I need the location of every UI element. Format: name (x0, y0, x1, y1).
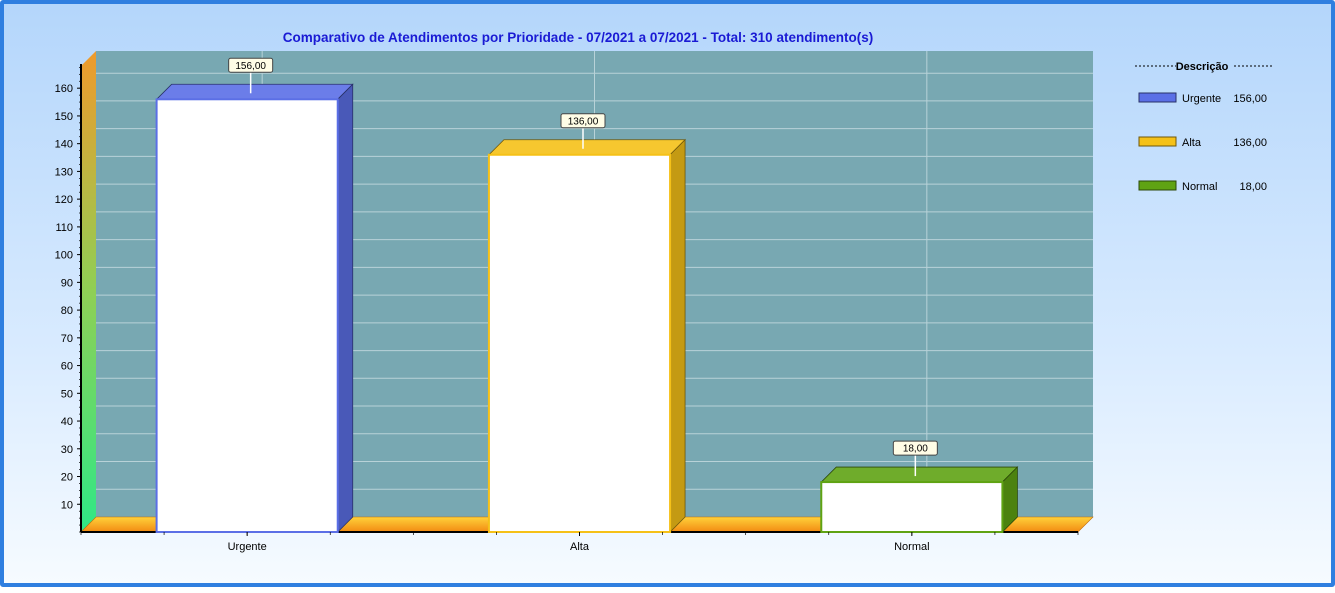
y-tick-label: 60 (61, 361, 73, 373)
plot-area: 10 20 30 40 50 60 70 80 90 100 110 120 130 140 150 160 U… (55, 51, 1094, 553)
x-tick-label: Alta (570, 541, 590, 553)
bar-side-face (669, 138, 686, 533)
y-tick-label: 120 (55, 194, 73, 206)
y-tick-label: 110 (55, 222, 73, 234)
legend-label: Alta (1182, 137, 1202, 149)
legend-label: Normal (1182, 181, 1217, 193)
x-tick-label: Normal (894, 541, 929, 553)
legend-title: Descrição (1176, 61, 1229, 73)
bar-urgente (155, 83, 354, 534)
y-tick-label: 90 (61, 277, 73, 289)
legend-swatch (1138, 136, 1177, 147)
bar-front-face (155, 98, 339, 534)
legend-entry-normal: Normal 18,00 (1138, 180, 1267, 193)
bar-front-face (487, 153, 672, 533)
bar-alta (487, 138, 687, 533)
bar-chart: Comparativo de Atendimentos por Priorida… (55, 30, 1274, 553)
chart-title: Comparativo de Atendimentos por Priorida… (283, 30, 873, 45)
legend-swatch (1138, 92, 1177, 103)
legend-entry-urgente: Urgente 156,00 (1138, 92, 1267, 105)
bar-side-face (337, 83, 354, 533)
y-tick-label: 30 (61, 444, 73, 456)
data-label: 136,00 (568, 116, 599, 127)
legend: Descrição Urgente 156,00 Alta 136,00 Normal 18… (1135, 61, 1274, 193)
legend-label: Urgente (1182, 93, 1221, 105)
data-label: 156,00 (235, 61, 266, 72)
left-wall (81, 51, 96, 532)
y-tick-label: 100 (55, 250, 73, 262)
legend-value: 136,00 (1233, 137, 1267, 149)
y-tick-label: 130 (55, 166, 73, 178)
bar-top-face (820, 466, 1019, 483)
bar-normal (820, 466, 1019, 534)
data-label: 18,00 (903, 444, 928, 455)
bar-top-face (155, 83, 354, 100)
legend-value: 156,00 (1233, 93, 1267, 105)
y-tick-label: 10 (61, 499, 73, 511)
y-tick-label: 50 (61, 388, 73, 400)
x-tick-label: Urgente (228, 541, 267, 553)
y-tick-label: 40 (61, 416, 73, 428)
legend-value: 18,00 (1239, 181, 1267, 193)
y-tick-label: 140 (55, 139, 73, 151)
legend-entry-alta: Alta 136,00 (1138, 136, 1267, 149)
y-tick-label: 80 (61, 305, 73, 317)
y-tick-label: 150 (55, 111, 73, 123)
legend-swatch (1138, 180, 1177, 191)
chart-frame: Comparativo de Atendimentos por Priorida… (0, 0, 1335, 587)
bar-front-face (820, 481, 1004, 534)
y-tick-label: 20 (61, 472, 73, 484)
y-tick-label: 70 (61, 333, 73, 345)
bar-top-face (487, 139, 687, 156)
y-tick-label: 160 (55, 83, 73, 95)
